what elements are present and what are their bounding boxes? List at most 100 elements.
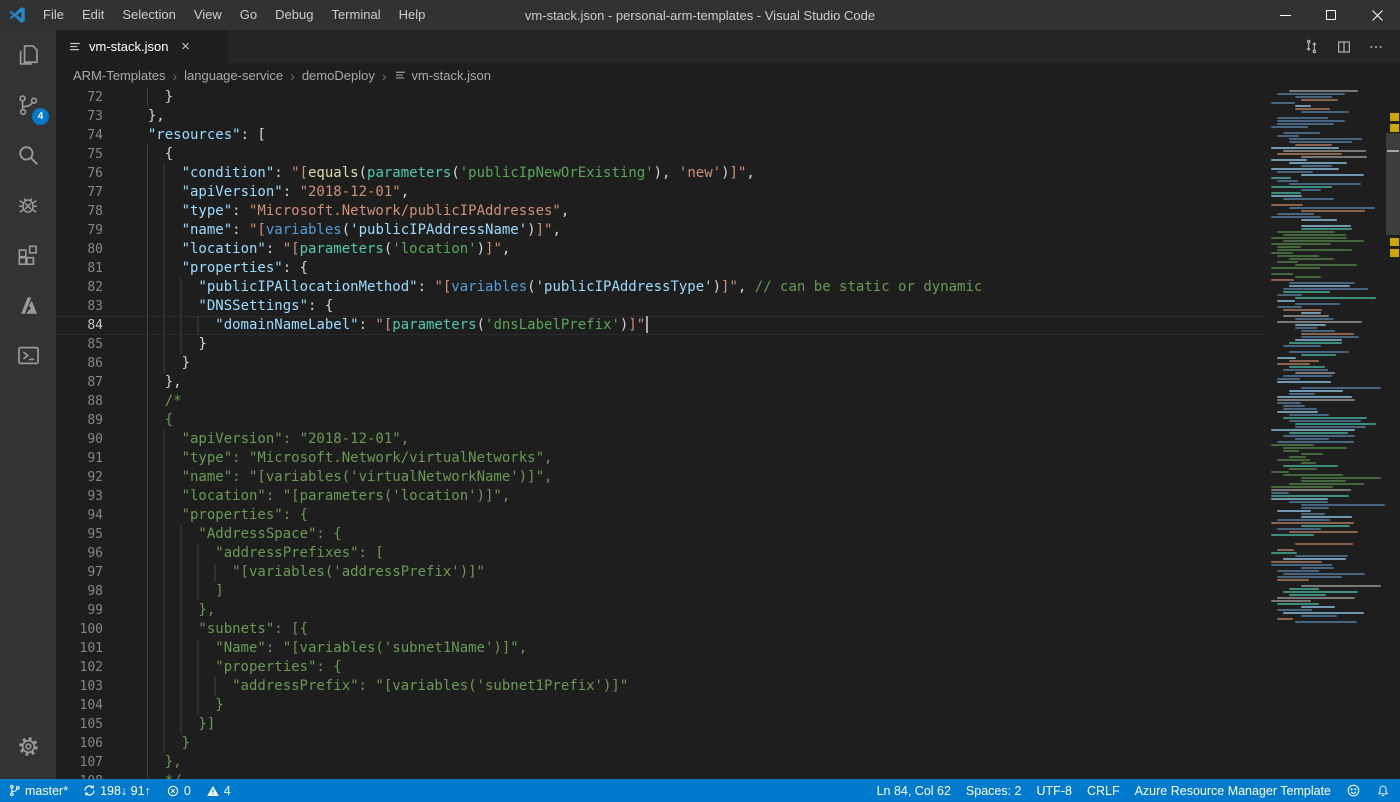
code-line-content[interactable]: "apiVersion": "2018-12-01",	[103, 183, 1268, 202]
code-line[interactable]: 106}	[56, 734, 1268, 753]
code-line-content[interactable]: ]	[103, 582, 1268, 601]
search-icon[interactable]	[0, 130, 56, 180]
code-line-content[interactable]: "apiVersion": "2018-12-01",	[103, 430, 1268, 449]
code-line-content[interactable]: }	[103, 696, 1268, 715]
breadcrumb-item-language-service[interactable]: language-service	[184, 68, 283, 83]
code-editor[interactable]: 72}73 },74 "resources": [75{76"condition…	[56, 88, 1400, 779]
code-line-content[interactable]: "publicIPAllocationMethod": "[variables(…	[103, 278, 1268, 297]
more-actions-icon[interactable]	[1368, 39, 1384, 55]
azure-icon[interactable]	[0, 280, 56, 330]
extensions-icon[interactable]	[0, 230, 56, 280]
statusbar-sync-status[interactable]: 198↓ 91↑	[83, 784, 151, 798]
code-line[interactable]: 97"[variables('addressPrefix')]"	[56, 563, 1268, 582]
breadcrumb-item-vm-stack.json[interactable]: vm-stack.json	[394, 68, 491, 83]
code-line-content[interactable]: }	[103, 734, 1268, 753]
code-line[interactable]: 105}]	[56, 715, 1268, 734]
menu-item-selection[interactable]: Selection	[113, 0, 184, 30]
code-line[interactable]: 95"AddressSpace": {	[56, 525, 1268, 544]
code-line-content[interactable]: },	[103, 753, 1268, 772]
explorer-icon[interactable]	[0, 30, 56, 80]
code-line-content[interactable]: }	[103, 88, 1268, 107]
statusbar-warning-count[interactable]: 4	[206, 784, 231, 798]
code-line[interactable]: 94"properties": {	[56, 506, 1268, 525]
code-line-content[interactable]: "properties": {	[103, 506, 1268, 525]
code-line-content[interactable]: "Name": "[variables('subnet1Name')]",	[103, 639, 1268, 658]
open-changes-icon[interactable]	[1303, 38, 1320, 55]
code-line-content[interactable]: */	[103, 772, 1268, 779]
code-line[interactable]: 89{	[56, 411, 1268, 430]
code-line-content[interactable]: "domainNameLabel": "[parameters('dnsLabe…	[103, 316, 1268, 335]
close-icon[interactable]	[1354, 0, 1400, 30]
code-line-content[interactable]: }]	[103, 715, 1268, 734]
minimize-icon[interactable]	[1262, 0, 1308, 30]
code-line-content[interactable]: "resources": [	[103, 126, 1268, 145]
code-line-content[interactable]: {	[103, 411, 1268, 430]
code-line[interactable]: 98]	[56, 582, 1268, 601]
code-line[interactable]: 92"name": "[variables('virtualNetworkNam…	[56, 468, 1268, 487]
menu-item-help[interactable]: Help	[390, 0, 435, 30]
code-line-content[interactable]: "name": "[variables('virtualNetworkName'…	[103, 468, 1268, 487]
tab-vm-stack-json[interactable]: vm-stack.json ×	[56, 30, 228, 63]
code-line-content[interactable]: "properties": {	[103, 658, 1268, 677]
code-line-content[interactable]: "subnets": [{	[103, 620, 1268, 639]
code-line[interactable]: 93"location": "[parameters('location')]"…	[56, 487, 1268, 506]
code-line[interactable]: 91"type": "Microsoft.Network/virtualNetw…	[56, 449, 1268, 468]
code-line-content[interactable]: "type": "Microsoft.Network/publicIPAddre…	[103, 202, 1268, 221]
maximize-icon[interactable]	[1308, 0, 1354, 30]
statusbar-feedback[interactable]	[1346, 783, 1361, 798]
code-line-content[interactable]: {	[103, 145, 1268, 164]
statusbar-notifications[interactable]	[1376, 784, 1390, 798]
code-line[interactable]: 103"addressPrefix": "[variables('subnet1…	[56, 677, 1268, 696]
statusbar-eol[interactable]: CRLF	[1087, 784, 1120, 798]
code-line[interactable]: 100"subnets": [{	[56, 620, 1268, 639]
code-line-content[interactable]: "AddressSpace": {	[103, 525, 1268, 544]
menu-item-edit[interactable]: Edit	[73, 0, 113, 30]
code-line[interactable]: 82"publicIPAllocationMethod": "[variable…	[56, 278, 1268, 297]
debug-icon[interactable]	[0, 180, 56, 230]
breadcrumb-item-demodeploy[interactable]: demoDeploy	[302, 68, 375, 83]
code-line[interactable]: 72}	[56, 88, 1268, 107]
code-line[interactable]: 78"type": "Microsoft.Network/publicIPAdd…	[56, 202, 1268, 221]
source-control-icon[interactable]: 4	[0, 80, 56, 130]
code-line[interactable]: 102"properties": {	[56, 658, 1268, 677]
menu-item-debug[interactable]: Debug	[266, 0, 322, 30]
code-line[interactable]: 83"DNSSettings": {	[56, 297, 1268, 316]
code-line[interactable]: 73 },	[56, 107, 1268, 126]
menu-item-terminal[interactable]: Terminal	[322, 0, 389, 30]
code-line-content[interactable]: "properties": {	[103, 259, 1268, 278]
split-editor-icon[interactable]	[1336, 39, 1352, 55]
statusbar-error-count[interactable]: 0	[166, 784, 191, 798]
statusbar-branch-status[interactable]: master*	[8, 784, 68, 798]
statusbar-cursor-position[interactable]: Ln 84, Col 62	[877, 784, 951, 798]
code-line-content[interactable]: "name": "[variables('publicIPAddressName…	[103, 221, 1268, 240]
code-line-content[interactable]: "DNSSettings": {	[103, 297, 1268, 316]
code-line[interactable]: 104}	[56, 696, 1268, 715]
code-line[interactable]: 77"apiVersion": "2018-12-01",	[56, 183, 1268, 202]
code-line[interactable]: 80"location": "[parameters('location')]"…	[56, 240, 1268, 259]
code-line[interactable]: 85}	[56, 335, 1268, 354]
code-line[interactable]: 79"name": "[variables('publicIPAddressNa…	[56, 221, 1268, 240]
code-line[interactable]: 76"condition": "[equals(parameters('publ…	[56, 164, 1268, 183]
menu-item-file[interactable]: File	[34, 0, 73, 30]
code-line[interactable]: 101"Name": "[variables('subnet1Name')]",	[56, 639, 1268, 658]
code-line-content[interactable]: "condition": "[equals(parameters('public…	[103, 164, 1268, 183]
code-line[interactable]: 107},	[56, 753, 1268, 772]
code-line-content[interactable]: "addressPrefix": "[variables('subnet1Pre…	[103, 677, 1268, 696]
scrollbar-thumb[interactable]	[1386, 133, 1400, 235]
code-line[interactable]: 75{	[56, 145, 1268, 164]
code-line-content[interactable]: },	[103, 601, 1268, 620]
code-area[interactable]: 72}73 },74 "resources": [75{76"condition…	[56, 88, 1268, 779]
code-line[interactable]: 84"domainNameLabel": "[parameters('dnsLa…	[56, 316, 1268, 335]
code-line[interactable]: 108*/	[56, 772, 1268, 779]
scrollbar-overview-ruler[interactable]	[1386, 88, 1400, 779]
code-line-content[interactable]: },	[103, 373, 1268, 392]
code-line[interactable]: 90"apiVersion": "2018-12-01",	[56, 430, 1268, 449]
code-line[interactable]: 88/*	[56, 392, 1268, 411]
code-line[interactable]: 87},	[56, 373, 1268, 392]
statusbar-language-mode[interactable]: Azure Resource Manager Template	[1135, 784, 1331, 798]
code-line-content[interactable]: "[variables('addressPrefix')]"	[103, 563, 1268, 582]
powershell-icon[interactable]	[0, 330, 56, 380]
code-line-content[interactable]: }	[103, 354, 1268, 373]
code-line[interactable]: 86}	[56, 354, 1268, 373]
code-line-content[interactable]: },	[103, 107, 1268, 126]
